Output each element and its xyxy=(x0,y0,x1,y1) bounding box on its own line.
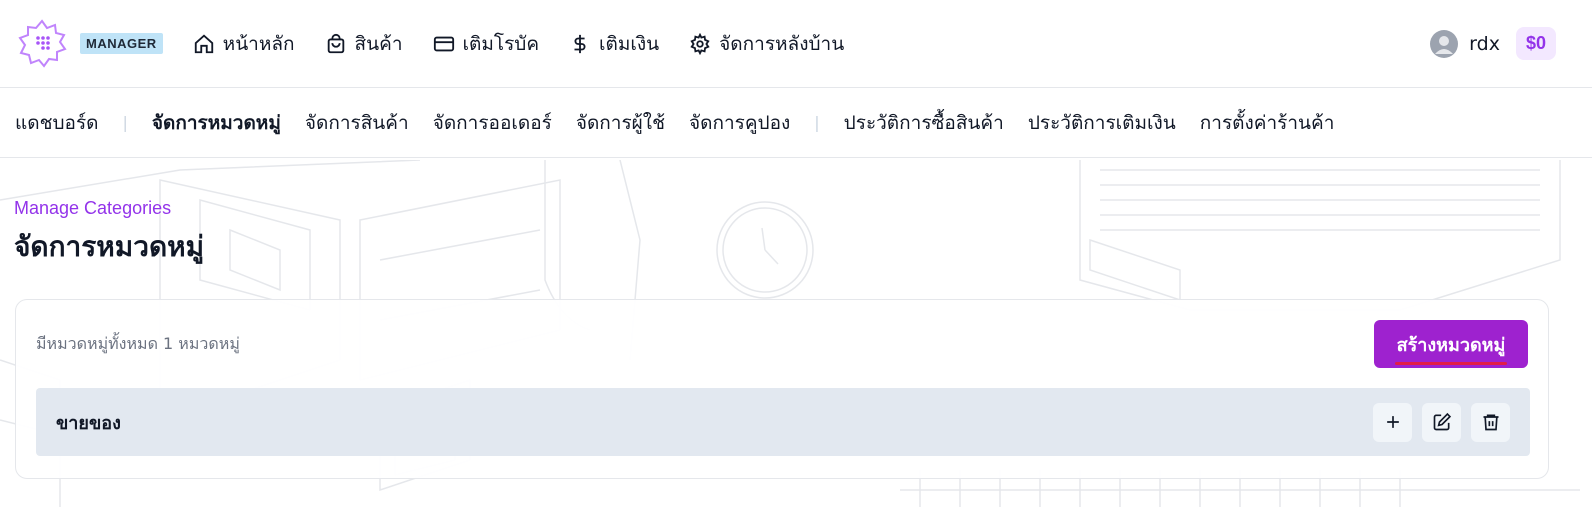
trash-icon xyxy=(1483,414,1498,431)
subnav-categories[interactable]: จัดการหมวดหมู่ xyxy=(152,108,281,138)
edit-button[interactable] xyxy=(1422,402,1461,442)
categories-card: มีหมวดหมู่ทั้งหมด 1 หมวดหมู่ สร้างหมวดหม… xyxy=(15,299,1549,479)
subnav-dashboard[interactable]: แดชบอร์ด xyxy=(15,108,99,138)
subnav-purchase-history[interactable]: ประวัติการซื้อสินค้า xyxy=(844,108,1004,138)
home-icon xyxy=(194,34,213,53)
create-category-button[interactable]: สร้างหมวดหมู่ xyxy=(1374,320,1528,368)
flower-logo-icon xyxy=(18,18,67,68)
subnav-orders[interactable]: จัดการออเดอร์ xyxy=(433,108,552,138)
category-name: ขายของ xyxy=(56,412,121,434)
nav-topup-label: เติมเงิน xyxy=(599,32,660,55)
plus-icon xyxy=(1386,416,1399,428)
add-button[interactable] xyxy=(1373,402,1412,442)
balance-badge[interactable]: $0 xyxy=(1515,27,1556,60)
delete-button[interactable] xyxy=(1471,402,1510,442)
page-subtitle: Manage Categories xyxy=(14,198,172,218)
logo[interactable] xyxy=(16,18,68,70)
dollar-icon xyxy=(574,34,586,53)
top-navbar: MANAGER หน้าหลัก สินค้า เติมโรบัค เติมเง… xyxy=(0,0,1592,88)
subnav-coupons[interactable]: จัดการคูปอง xyxy=(689,108,790,138)
nav-topup[interactable]: เติมเงิน xyxy=(569,29,659,59)
nav-backoffice[interactable]: จัดการหลังบ้าน xyxy=(689,29,844,59)
nav-products[interactable]: สินค้า xyxy=(325,29,403,59)
shopping-bag-icon xyxy=(327,33,344,53)
nav-home-label: หน้าหลัก xyxy=(222,32,295,55)
nav-home[interactable]: หน้าหลัก xyxy=(193,29,295,59)
gear-icon xyxy=(690,32,710,55)
subnav-users[interactable]: จัดการผู้ใช้ xyxy=(576,108,665,138)
admin-subnav: แดชบอร์ด | จัดการหมวดหมู่ จัดการสินค้า จ… xyxy=(0,88,1592,158)
main-nav: หน้าหลัก สินค้า เติมโรบัค เติมเงิน จัดกา… xyxy=(193,29,844,59)
nav-robux[interactable]: เติมโรบัค xyxy=(433,29,540,59)
nav-products-label: สินค้า xyxy=(354,32,403,55)
subnav-divider: | xyxy=(122,113,128,132)
page-title: จัดการหมวดหมู่ xyxy=(14,230,205,263)
category-row: ขายของ xyxy=(36,388,1530,456)
nav-backoffice-label: จัดการหลังบ้าน xyxy=(719,32,845,55)
edit-icon xyxy=(1433,412,1451,431)
credit-card-icon xyxy=(433,36,454,51)
subnav-topup-history[interactable]: ประวัติการเติมเงิน xyxy=(1028,108,1176,138)
page-header: Manage Categories จัดการหมวดหมู่ xyxy=(0,158,1592,269)
username[interactable]: rdx xyxy=(1469,33,1500,55)
user-area: rdx $0 xyxy=(1429,27,1576,60)
subnav-divider: | xyxy=(814,113,820,132)
category-count: มีหมวดหมู่ทั้งหมด 1 หมวดหมู่ xyxy=(36,334,240,353)
row-actions xyxy=(1373,402,1510,442)
create-category-label: สร้างหมวดหมู่ xyxy=(1396,334,1506,356)
subnav-products[interactable]: จัดการสินค้า xyxy=(305,108,409,138)
subnav-shop-settings[interactable]: การตั้งค่าร้านค้า xyxy=(1200,108,1335,138)
user-avatar-icon[interactable] xyxy=(1429,29,1459,59)
button-underline xyxy=(1394,361,1508,365)
nav-robux-label: เติมโรบัค xyxy=(462,32,540,55)
role-badge: MANAGER xyxy=(80,33,163,54)
